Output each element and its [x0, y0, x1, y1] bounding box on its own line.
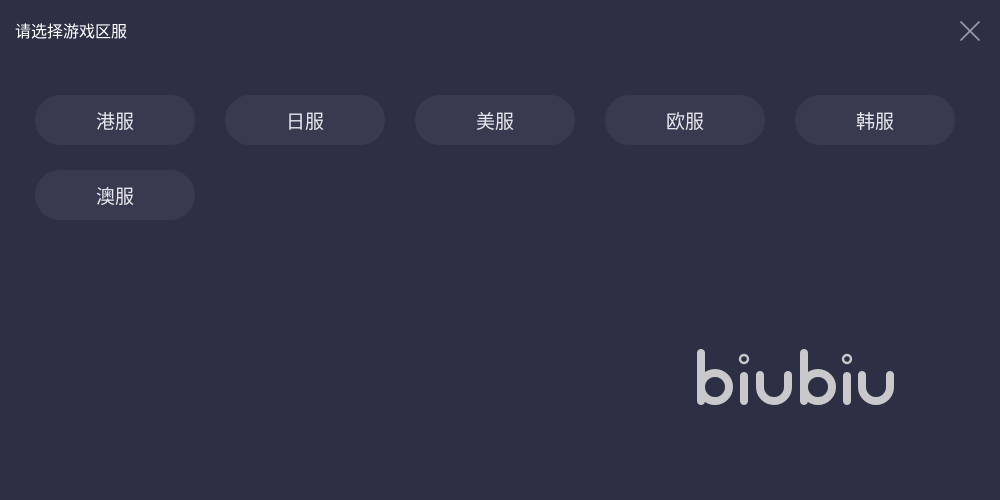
biubiu-logo	[694, 346, 898, 408]
region-button-jp[interactable]: 日服	[225, 95, 385, 145]
dialog-title: 请选择游戏区服	[15, 22, 128, 41]
region-button-label: 韩服	[855, 110, 894, 133]
region-button-au[interactable]: 澳服	[35, 170, 195, 220]
region-button-kr[interactable]: 韩服	[795, 95, 955, 145]
region-select-dialog: 请选择游戏区服 港服 日服 美服 欧服 韩服 澳服	[0, 0, 1000, 500]
region-button-label: 美服	[475, 110, 514, 133]
region-button-label: 澳服	[95, 185, 134, 208]
region-button-us[interactable]: 美服	[415, 95, 575, 145]
region-list: 港服 日服 美服 欧服 韩服 澳服	[35, 95, 965, 220]
close-icon	[960, 21, 980, 41]
region-button-eu[interactable]: 欧服	[605, 95, 765, 145]
region-button-label: 欧服	[665, 110, 704, 133]
close-button[interactable]	[958, 19, 982, 43]
region-button-label: 日服	[285, 110, 324, 133]
region-button-label: 港服	[95, 110, 134, 133]
region-button-hk[interactable]: 港服	[35, 95, 195, 145]
